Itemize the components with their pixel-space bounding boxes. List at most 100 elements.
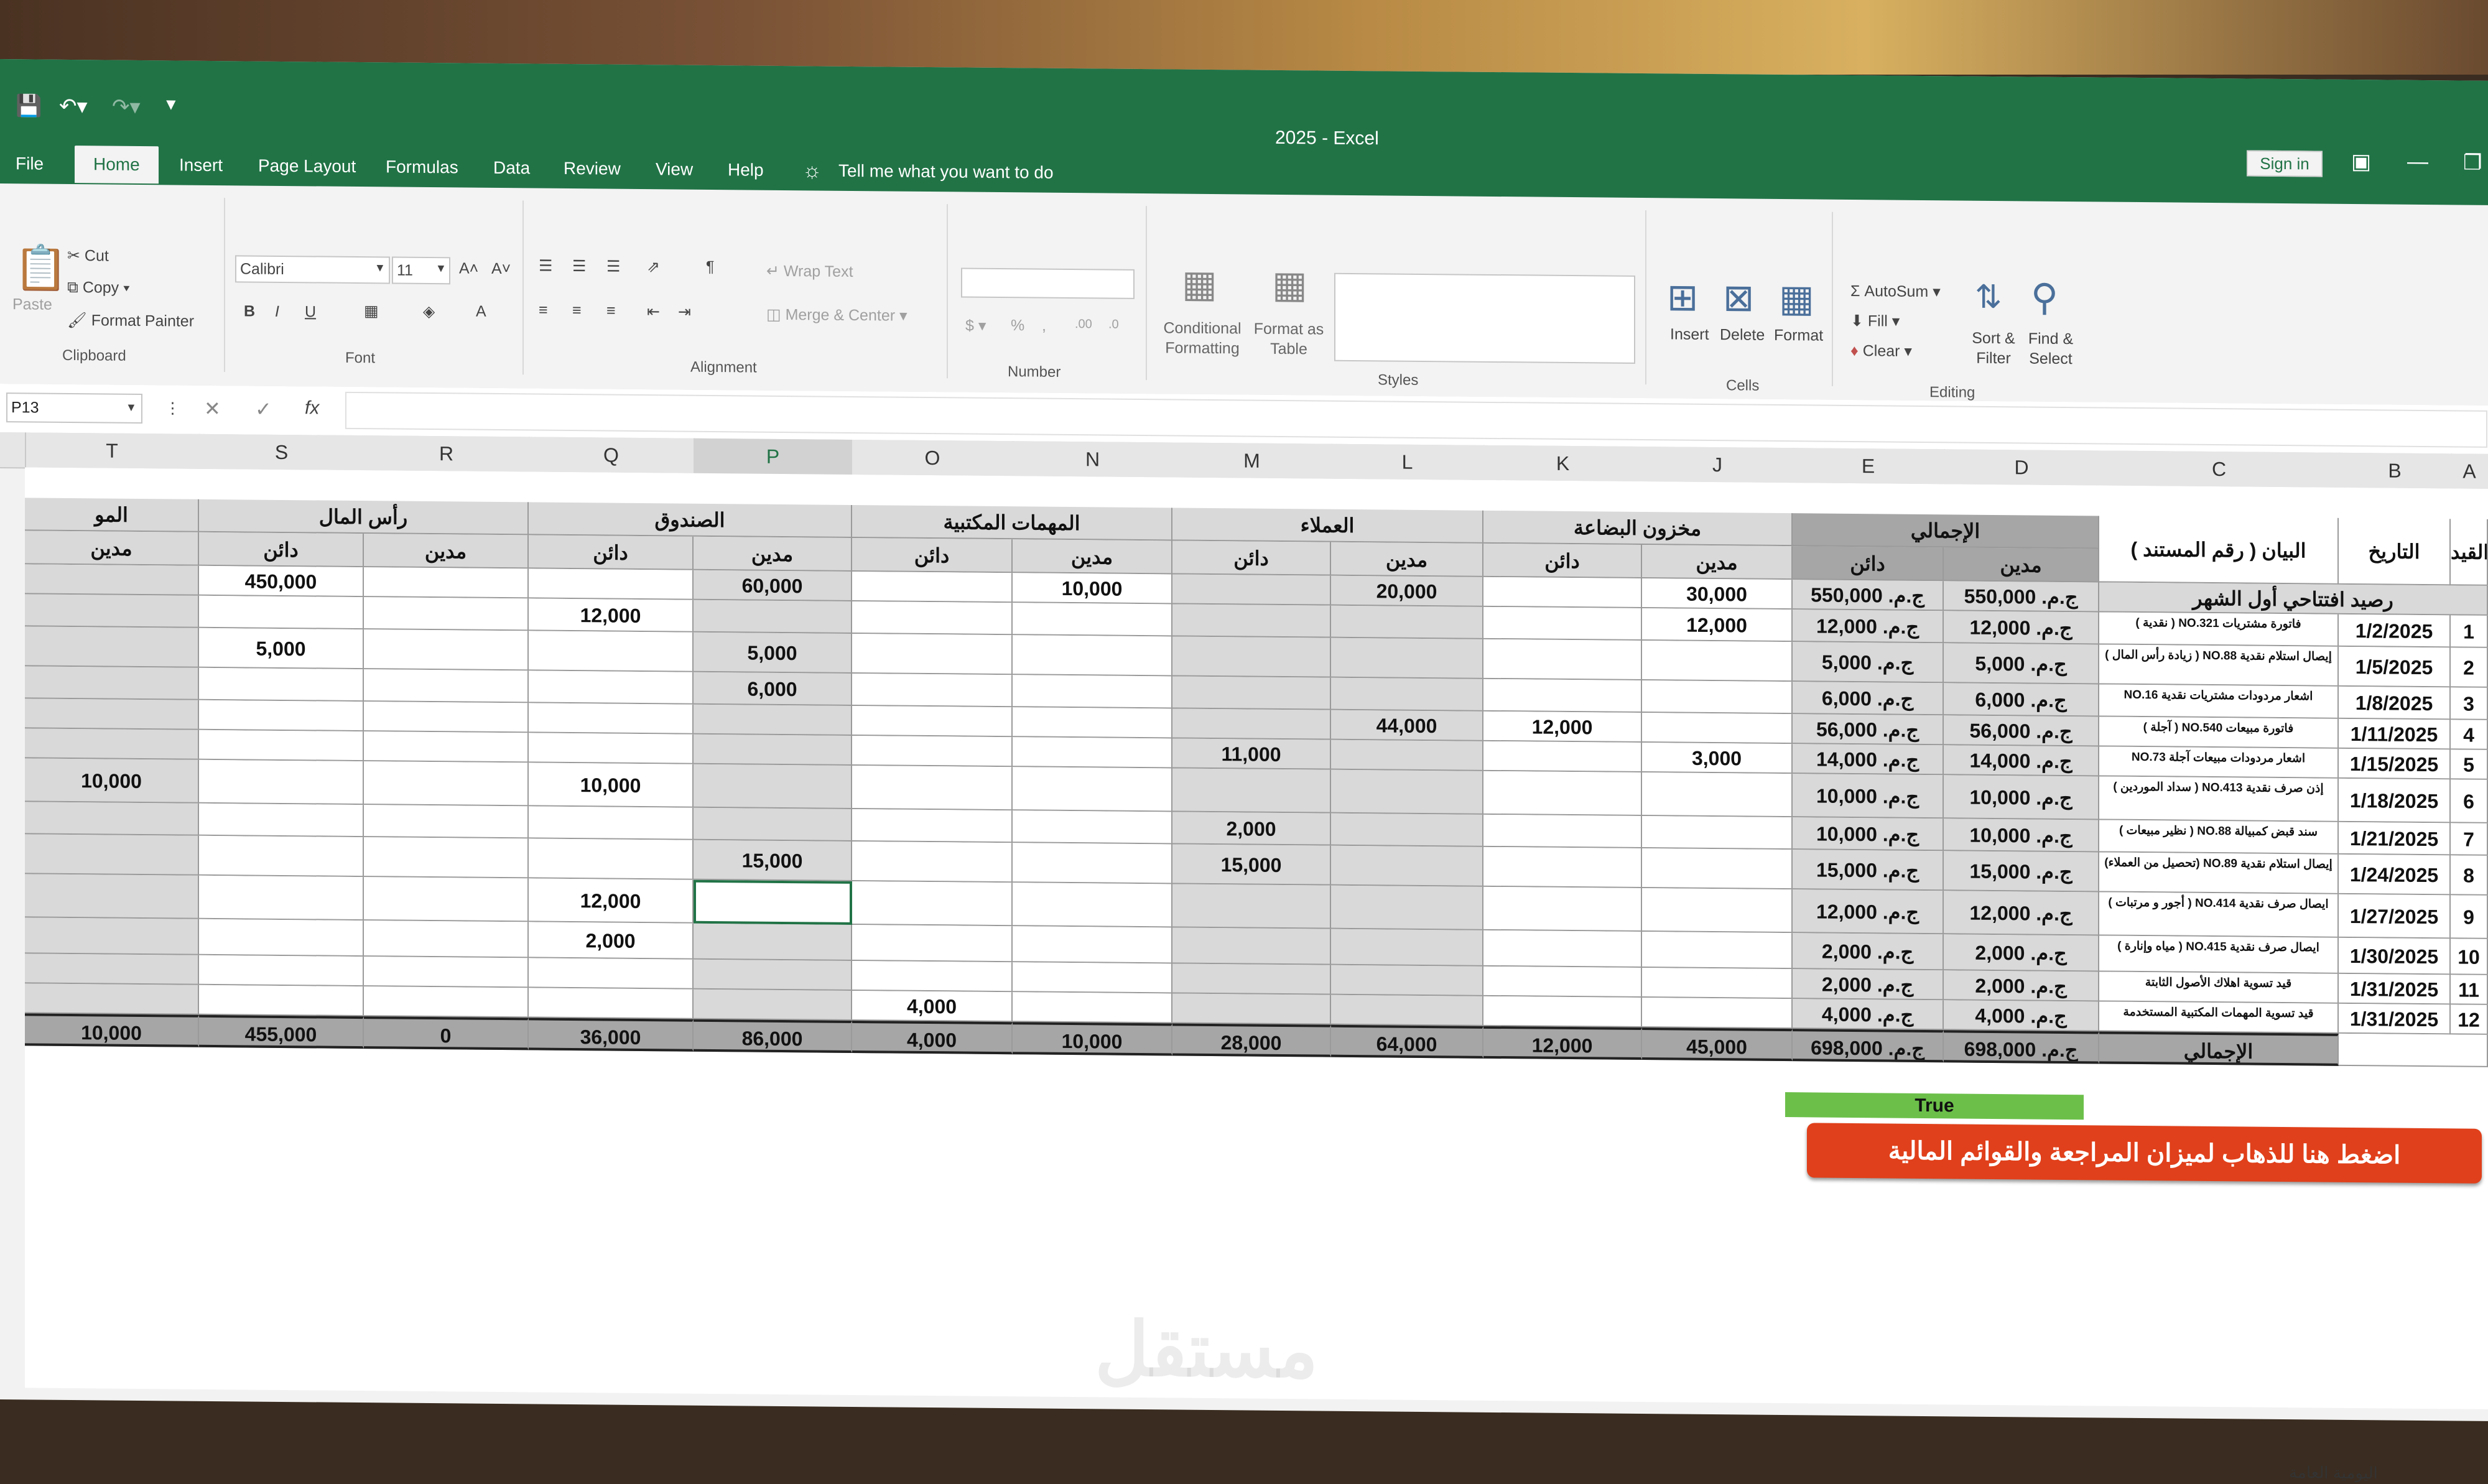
cell-P8[interactable]: 15,000 <box>694 840 852 881</box>
paste-button[interactable]: Paste <box>12 295 52 314</box>
cell-L10[interactable] <box>1331 929 1483 967</box>
sort-filter-icon[interactable]: ⇅ <box>1975 279 2002 316</box>
cell-O10[interactable] <box>852 924 1013 963</box>
cell-E11[interactable]: ج.م. 2,000 <box>1793 969 1944 1001</box>
cell-L2[interactable] <box>1331 638 1483 679</box>
tab-home[interactable]: Home <box>75 146 159 184</box>
cell-R1[interactable] <box>364 597 529 631</box>
cell-R4[interactable] <box>364 702 529 733</box>
column-header-J[interactable]: J <box>1642 447 1794 485</box>
cell-D1[interactable]: ج.م. 12,000 <box>1944 611 2099 645</box>
cell-T7[interactable] <box>25 802 199 836</box>
delete-cells-icon[interactable]: ⊠ <box>1723 276 1754 320</box>
align-left-icon[interactable]: ≡ <box>539 302 548 320</box>
cell-K4[interactable]: 12,000 <box>1483 711 1642 743</box>
cell-D8[interactable]: ج.م. 15,000 <box>1944 851 2099 893</box>
cell-T2[interactable] <box>25 626 199 668</box>
conditional-formatting-button[interactable]: Conditional Formatting <box>1162 318 1243 358</box>
column-header-S[interactable]: S <box>199 434 365 472</box>
description-cell[interactable]: اشعار مردودات مشتريات نقدية NO.16 <box>2099 684 2339 719</box>
cell-J3[interactable] <box>1642 680 1793 715</box>
format-cells-icon[interactable]: ▦ <box>1779 277 1814 320</box>
date-cell[interactable]: 1/11/2025 <box>2339 718 2451 750</box>
cut-button[interactable]: ✂ Cut <box>67 246 109 266</box>
cell-K9[interactable] <box>1483 886 1642 932</box>
column-header-K[interactable]: K <box>1483 445 1643 483</box>
total-cell-O[interactable]: 4,000 <box>852 1020 1013 1055</box>
cell-O5[interactable] <box>852 735 1013 768</box>
cell-Q3[interactable] <box>529 670 694 705</box>
description-cell[interactable]: ايصال صرف نقدية NO.414 ( أجور و مرتبات ) <box>2099 892 2339 938</box>
cell-M11[interactable] <box>1172 963 1331 995</box>
description-cell[interactable]: إيصال استلام نقدية NO.88 ( زيادة رأس الم… <box>2099 644 2339 687</box>
cell-R6[interactable] <box>364 761 529 807</box>
cell-Q4[interactable] <box>529 703 694 735</box>
cell-J11[interactable] <box>1642 968 1793 999</box>
cell-J6[interactable] <box>1642 772 1793 818</box>
tab-review[interactable]: Review <box>564 150 621 188</box>
cell-S5[interactable] <box>199 730 364 762</box>
cell-N1[interactable] <box>1013 603 1172 637</box>
cell-D9[interactable]: ج.م. 12,000 <box>1944 891 2099 936</box>
cell-N3[interactable] <box>1013 675 1172 709</box>
column-header-M[interactable]: M <box>1172 442 1332 480</box>
cell-L7[interactable] <box>1331 813 1483 847</box>
cell-N5[interactable] <box>1013 737 1172 769</box>
column-header-P[interactable]: P <box>694 438 853 476</box>
tab-file[interactable]: File <box>16 145 44 182</box>
decrease-font-icon[interactable]: A˅ <box>491 260 511 278</box>
opening-cell-N[interactable]: 10,000 <box>1013 573 1172 605</box>
sign-in-button[interactable]: Sign in <box>2247 150 2323 177</box>
cell-Q5[interactable] <box>529 733 694 764</box>
opening-cell-T[interactable] <box>25 564 199 596</box>
tab-view[interactable]: View <box>656 151 693 188</box>
enter-icon[interactable]: ✓ <box>255 397 272 421</box>
cell-D2[interactable]: ج.م. 5,000 <box>1944 643 2099 685</box>
cell-L5[interactable] <box>1331 740 1483 771</box>
date-cell[interactable]: 1/8/2025 <box>2339 686 2451 720</box>
font-name-select[interactable]: Calibri ▼ <box>235 255 390 284</box>
merge-center-button[interactable]: ◫ Merge & Center ▾ <box>766 305 907 325</box>
total-cell-N[interactable]: 10,000 <box>1013 1022 1172 1056</box>
description-cell[interactable]: ايصال صرف نقدية NO.415 ( مياه وإنارة ) <box>2099 935 2339 974</box>
date-cell[interactable]: 1/2/2025 <box>2339 614 2451 648</box>
cell-M1[interactable] <box>1172 604 1331 638</box>
cell-P4[interactable] <box>694 704 852 736</box>
description-cell[interactable]: سند قبض كمبيالة NO.88 ( نظير مبيعات ) <box>2099 820 2339 855</box>
tell-me-search[interactable]: Tell me what you want to do <box>838 152 1054 192</box>
cell-M2[interactable] <box>1172 636 1331 678</box>
opening-cell-E[interactable]: ج.م. 550,000 <box>1793 580 1944 611</box>
column-header-C[interactable]: C <box>2099 450 2340 489</box>
select-all-corner[interactable] <box>0 432 26 469</box>
cell-K2[interactable] <box>1483 639 1642 681</box>
magnifier-icon[interactable]: ⚲ <box>2031 276 2058 319</box>
format-cells-button[interactable]: Format <box>1774 327 1823 345</box>
cell-R11[interactable] <box>364 957 529 988</box>
cell-O12[interactable]: 4,000 <box>852 990 1013 1023</box>
opening-cell-S[interactable]: 450,000 <box>199 565 364 598</box>
cell-N6[interactable] <box>1013 767 1172 812</box>
font-color-icon[interactable]: A <box>476 303 486 321</box>
cell-L8[interactable] <box>1331 845 1483 887</box>
cell-L1[interactable] <box>1331 605 1483 639</box>
cell-N12[interactable] <box>1013 992 1172 1024</box>
comma-icon[interactable]: , <box>1042 317 1046 335</box>
tab-page-layout[interactable]: Page Layout <box>258 147 356 185</box>
opening-cell-M[interactable] <box>1172 574 1331 606</box>
cell-O6[interactable] <box>852 765 1013 811</box>
cell-J9[interactable] <box>1642 888 1793 934</box>
cell-S8[interactable] <box>199 835 364 878</box>
cell-R9[interactable] <box>364 877 529 922</box>
cell-E4[interactable]: ج.م. 56,000 <box>1793 714 1944 746</box>
cell-styles-gallery[interactable] <box>1334 272 1635 364</box>
cell-T11[interactable] <box>25 953 199 985</box>
cell-N11[interactable] <box>1013 962 1172 994</box>
cell-L9[interactable] <box>1331 885 1483 930</box>
redo-icon[interactable]: ↷▾ <box>112 95 141 126</box>
cell-Q10[interactable]: 2,000 <box>529 922 694 960</box>
paste-icon[interactable]: 📋 <box>14 243 68 294</box>
cell-R8[interactable] <box>364 837 529 879</box>
description-cell[interactable]: فاتورة مشتريات NO.321 ( نقدية ) <box>2099 612 2339 647</box>
total-cell-T[interactable]: 10,000 <box>25 1013 199 1047</box>
opening-cell-P[interactable]: 60,000 <box>694 570 852 601</box>
